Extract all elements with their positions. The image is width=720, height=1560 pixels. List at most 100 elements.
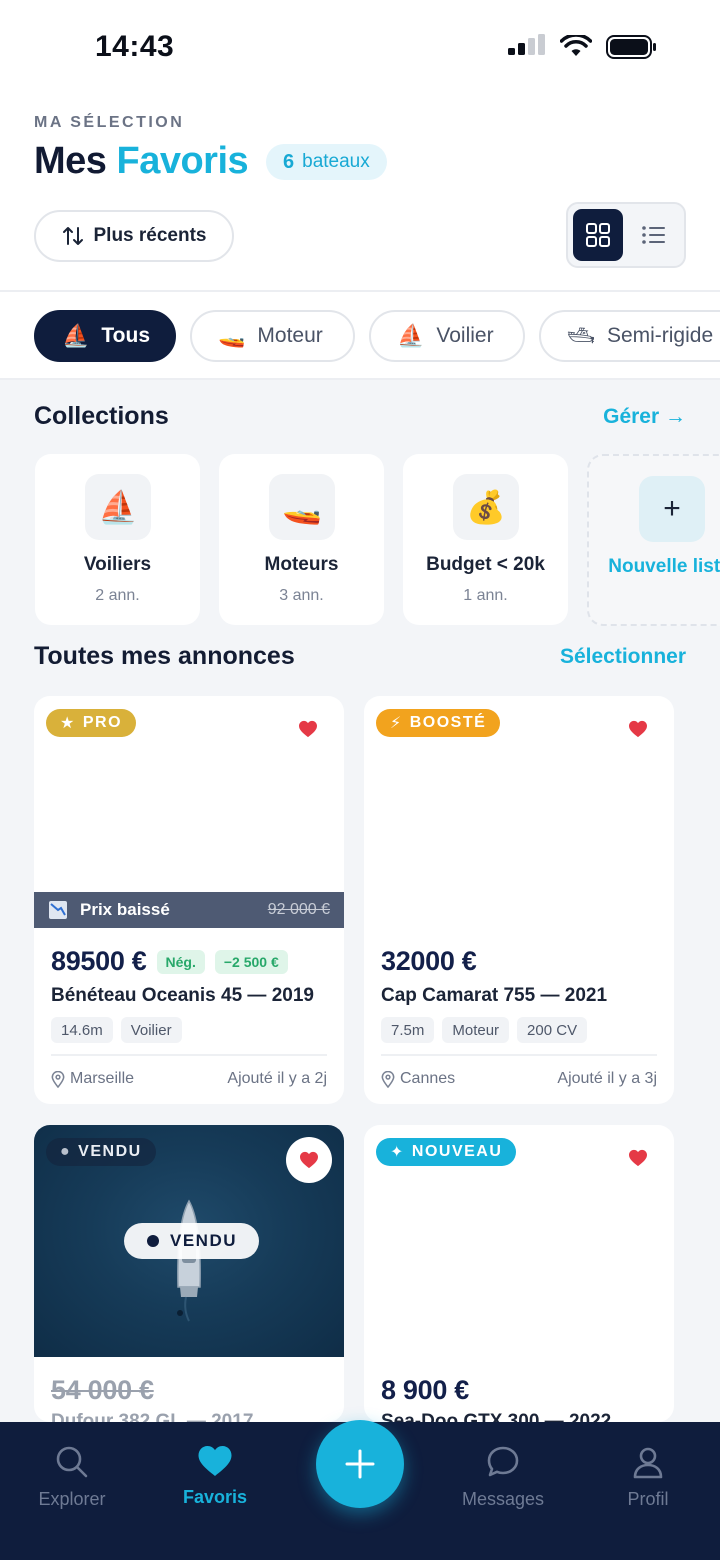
badge-label: VENDU <box>78 1143 142 1160</box>
sailboat-icon: ⛵ <box>397 323 425 348</box>
favorite-button[interactable] <box>286 1137 332 1183</box>
chip-voilier[interactable]: ⛵ Voilier <box>369 310 525 362</box>
count-label: bateaux <box>302 151 370 172</box>
speedboat-icon: 🚤 <box>269 474 335 540</box>
price: 89500 € <box>51 946 147 976</box>
tab-label: Favoris <box>182 1487 248 1507</box>
favorites-count-badge: 6 bateaux <box>266 144 387 180</box>
grid-view-button[interactable] <box>573 209 623 261</box>
sort-button[interactable]: Plus récents <box>34 210 234 262</box>
sold-overlay-label: VENDU <box>170 1231 238 1250</box>
trend-down-icon <box>49 901 67 919</box>
location-label: Marseille <box>70 1070 135 1087</box>
collection-count: 1 ann. <box>463 587 508 604</box>
new-collection-button[interactable]: + Nouvelle liste <box>587 454 720 626</box>
signal-icon <box>508 34 545 55</box>
search-icon <box>56 1446 88 1478</box>
tab-label: Messages <box>461 1489 545 1509</box>
tab-messages[interactable]: Messages <box>448 1444 558 1510</box>
listing-title: Cap Camarat 755 — 2021 <box>381 985 608 1006</box>
collection-name: Moteurs <box>264 554 339 575</box>
status-bar: 14:43 <box>0 0 720 96</box>
select-link[interactable]: Sélectionner <box>560 645 686 669</box>
manage-collections-link[interactable]: Gérer → <box>603 405 686 429</box>
chip-semi-rigide[interactable]: 🛥 Semi-rigide <box>539 310 720 362</box>
collection-name: Voiliers <box>83 554 152 575</box>
list-view-button[interactable] <box>629 209 679 261</box>
tab-explorer[interactable]: Explorer <box>17 1444 127 1510</box>
location-pin-icon <box>381 1070 395 1088</box>
heart-icon[interactable] <box>628 1149 648 1167</box>
status-time: 14:43 <box>95 30 175 63</box>
spec-type: Voilier <box>120 1017 182 1043</box>
new-collection-label: Nouvelle liste <box>608 556 720 577</box>
wifi-icon <box>560 35 592 56</box>
specs: 7.5m Moteur 200 CV <box>381 1017 588 1043</box>
plus-icon: + <box>639 476 705 542</box>
heart-icon <box>198 1446 232 1476</box>
location-pin-icon <box>51 1070 65 1088</box>
badge-label: BOOSTÉ <box>409 714 487 731</box>
heart-icon[interactable] <box>628 720 648 738</box>
collection-count: 3 ann. <box>279 587 324 604</box>
chip-label: Semi-rigide <box>606 324 714 347</box>
collection-card[interactable]: ⛵ Voiliers 2 ann. <box>35 454 200 625</box>
price-row: 8 900 € <box>381 1375 469 1406</box>
collection-card[interactable]: 🚤 Moteurs 3 ann. <box>219 454 384 625</box>
price-drop-label: Prix baissé <box>80 900 170 919</box>
listing-card[interactable]: ● VENDU VENDU 54 000 € Dufour 382 GL — 2… <box>34 1125 344 1422</box>
category-filter-bar: ⛵ Tous 🚤 Moteur ⛵ Voilier 🛥 Semi-rigide <box>0 290 720 380</box>
page-title: Mes Favoris <box>34 140 249 183</box>
listing-title: Sea-Doo GTX 300 — 2022 <box>381 1411 612 1422</box>
plus-icon <box>345 1449 375 1479</box>
price: 54 000 € <box>51 1375 154 1405</box>
listing-card[interactable]: ⚡ BOOSTÉ 32000 € Cap Camarat 755 — 2021 … <box>364 696 674 1104</box>
motorboat-icon: 🛥 <box>567 323 595 348</box>
chip-label: Moteur <box>257 324 323 347</box>
price-row: 32000 € <box>381 946 477 977</box>
money-bag-icon: 💰 <box>453 474 519 540</box>
tab-profil[interactable]: Profil <box>593 1444 703 1510</box>
collection-name: Budget < 20k <box>426 554 545 575</box>
chat-icon <box>487 1446 519 1477</box>
listing-card[interactable]: ✦ NOUVEAU 8 900 € Sea-Doo GTX 300 — 2022 <box>364 1125 674 1422</box>
pro-badge: ★ PRO <box>46 709 137 737</box>
speedboat-icon: 🚤 <box>218 323 246 348</box>
sailboat-icon: ⛵ <box>85 474 151 540</box>
dot-icon <box>147 1235 159 1247</box>
added-date: Ajouté il y a 2j <box>227 1070 327 1087</box>
price-row: 54 000 € <box>51 1375 154 1406</box>
spec-length: 7.5m <box>381 1017 435 1043</box>
heart-icon[interactable] <box>298 720 318 738</box>
sold-badge: ● VENDU <box>46 1138 156 1166</box>
tab-label: Explorer <box>38 1489 106 1509</box>
count-number: 6 <box>283 150 295 173</box>
price: 32000 € <box>381 946 477 976</box>
negotiable-tag: Nég. <box>156 949 205 974</box>
bolt-icon: ⚡ <box>390 715 403 732</box>
price: 8 900 € <box>381 1375 469 1405</box>
location-label: Cannes <box>400 1070 456 1087</box>
chip-tous[interactable]: ⛵ Tous <box>34 310 176 362</box>
status-icons <box>508 34 658 60</box>
chip-moteur[interactable]: 🚤 Moteur <box>190 310 355 362</box>
new-badge: ✦ NOUVEAU <box>376 1138 517 1166</box>
listings-title: Toutes mes annonces <box>34 642 295 670</box>
listing-title: Dufour 382 GL — 2017 <box>51 1411 254 1422</box>
badge-label: PRO <box>82 714 123 731</box>
dot-icon: ● <box>60 1143 72 1160</box>
collection-count: 2 ann. <box>95 587 140 604</box>
heart-icon <box>300 1151 318 1169</box>
collection-card[interactable]: 💰 Budget < 20k 1 ann. <box>403 454 568 625</box>
listing-card[interactable]: ★ PRO Prix baissé 92 000 € 89500 € Nég. … <box>34 696 344 1104</box>
collections-title: Collections <box>34 402 169 430</box>
card-footer: Marseille Ajouté il y a 2j <box>51 1054 327 1088</box>
spec-type: Moteur <box>442 1017 510 1043</box>
tab-label: Profil <box>627 1489 669 1509</box>
new-collection-clip: + Nouvelle liste <box>587 454 720 626</box>
boosted-badge: ⚡ BOOSTÉ <box>376 709 501 737</box>
tab-favoris[interactable]: Favoris <box>160 1444 270 1508</box>
add-listing-button[interactable] <box>316 1420 404 1508</box>
old-price: 92 000 € <box>267 901 330 918</box>
sold-overlay: VENDU <box>124 1223 260 1259</box>
